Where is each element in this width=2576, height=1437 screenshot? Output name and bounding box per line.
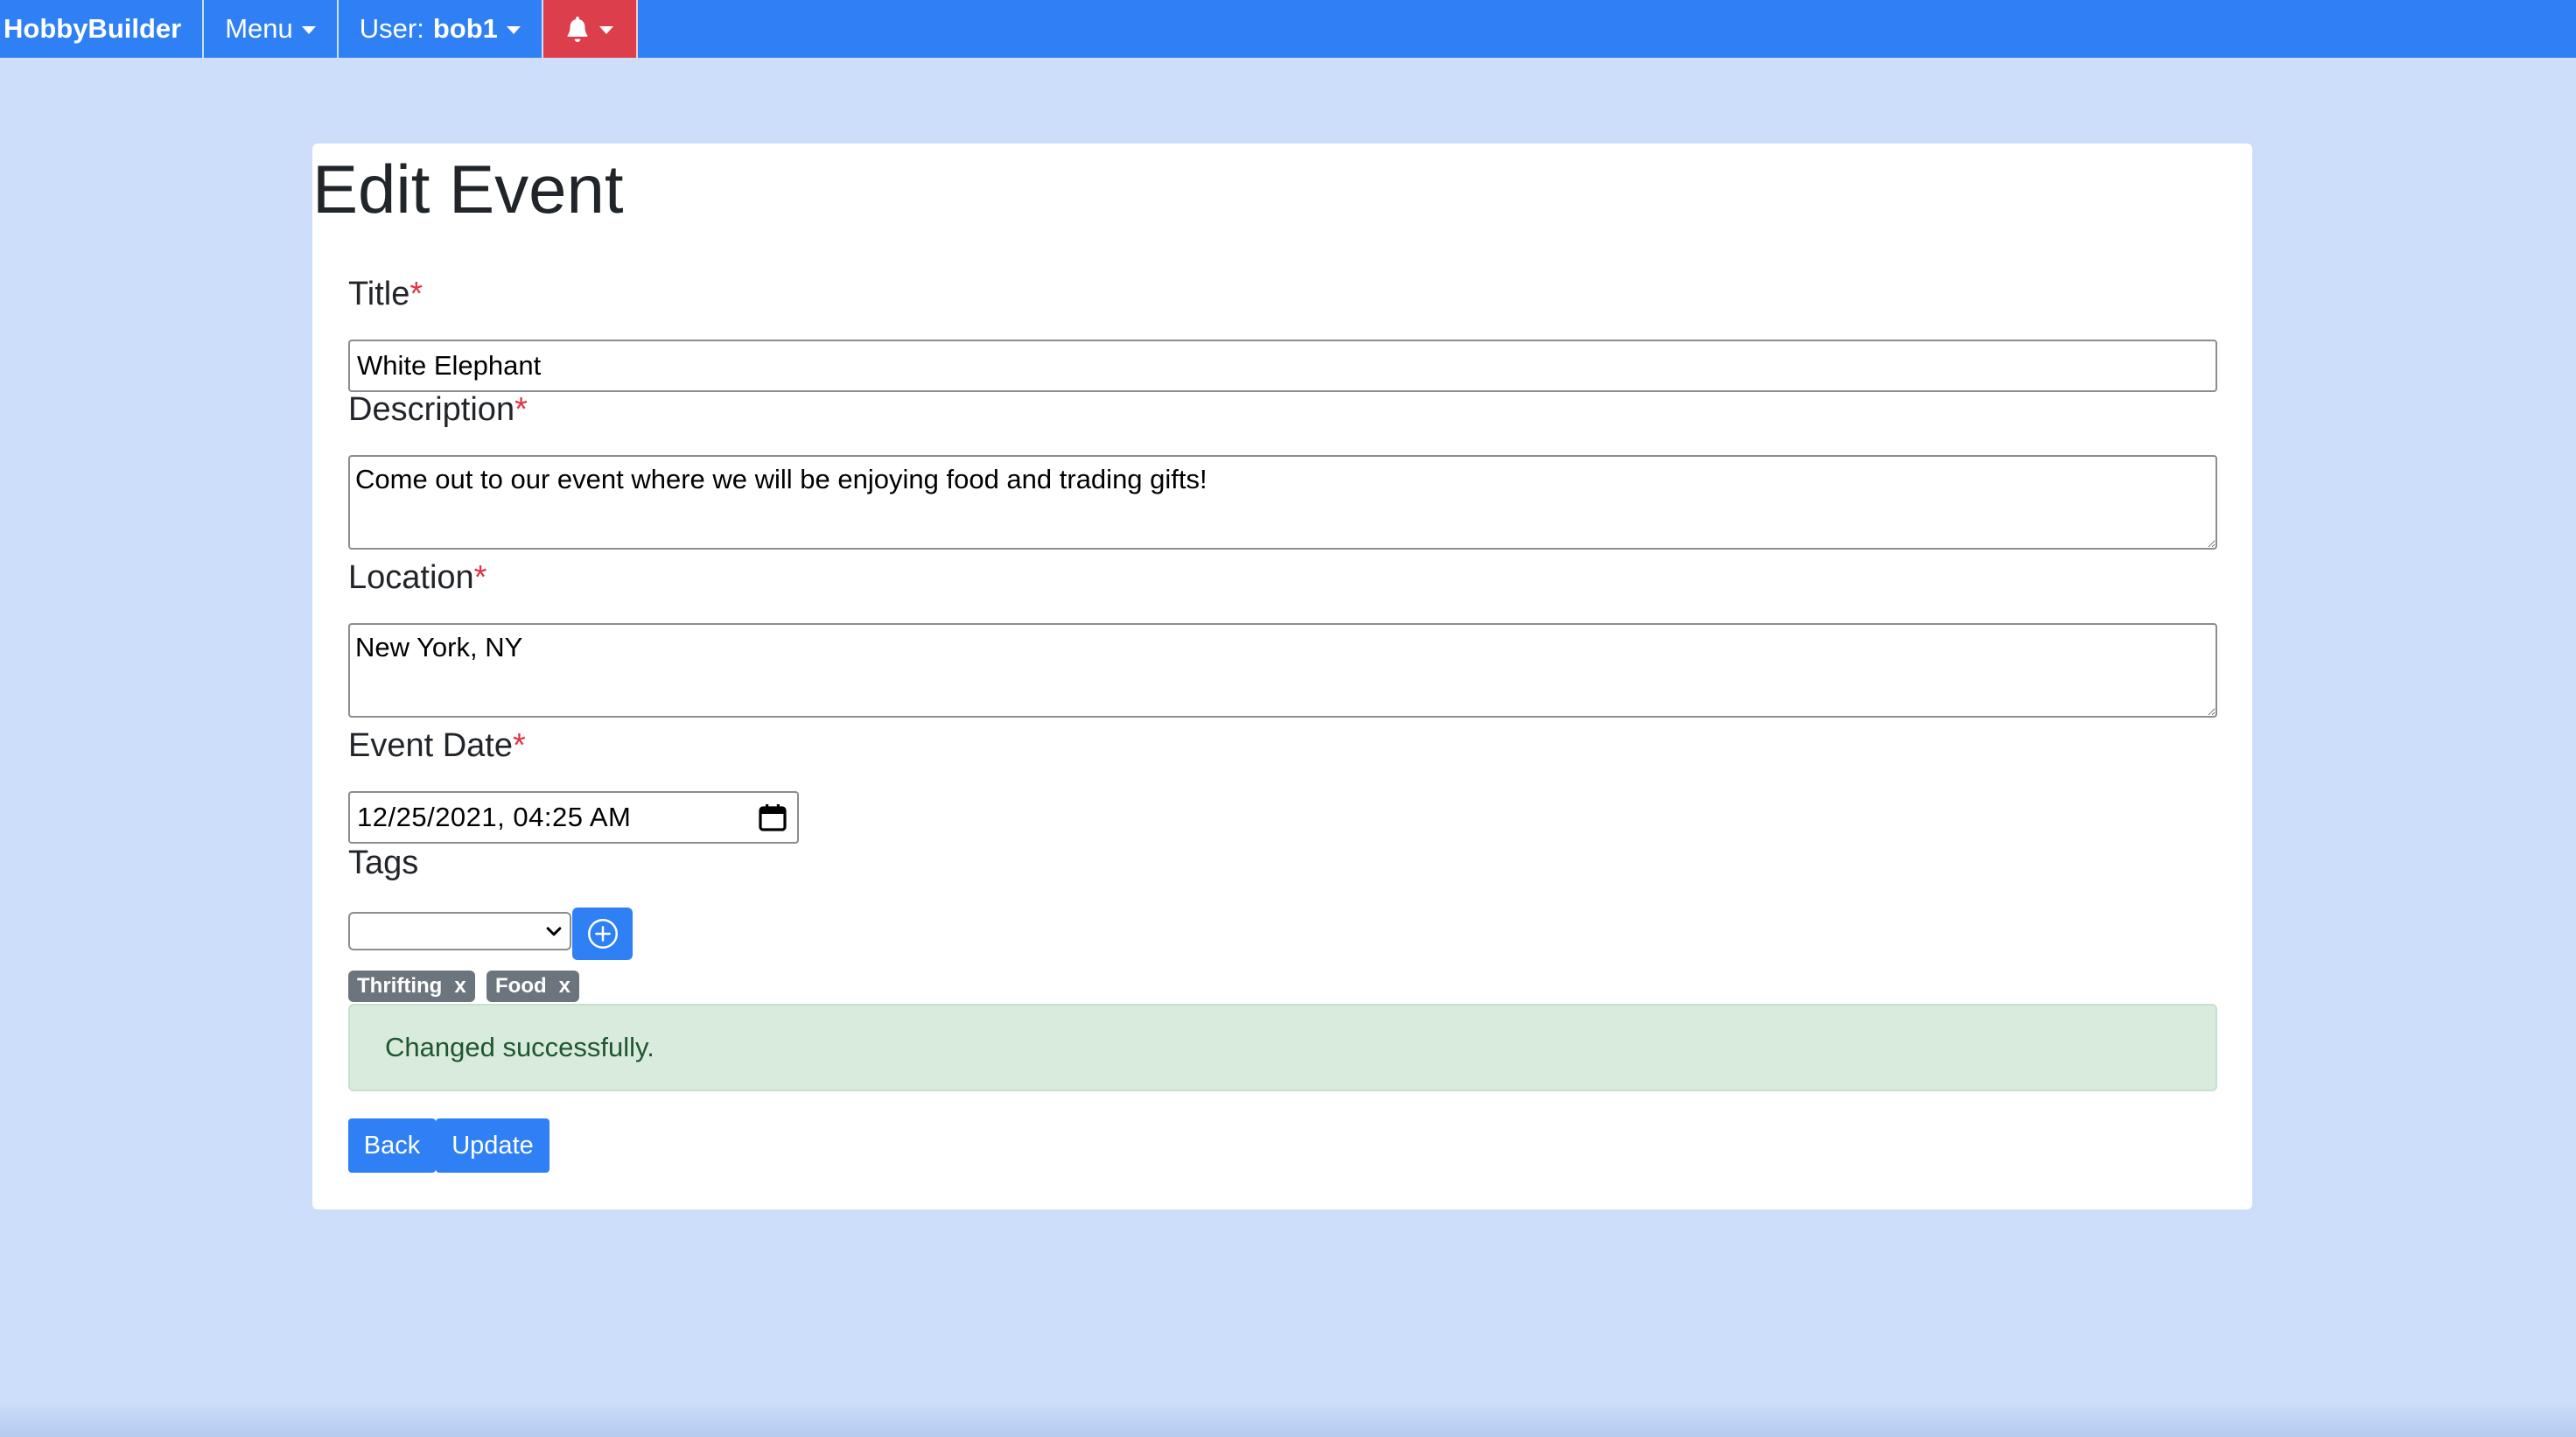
bell-icon <box>567 16 588 42</box>
description-label: Description* <box>348 390 528 431</box>
alert-message: Changed successfully. <box>385 1032 654 1062</box>
brand-text: HobbyBuilder <box>4 13 182 44</box>
location-textarea[interactable]: New York, NY <box>348 623 2217 718</box>
tag-chip: Food x <box>486 971 579 1002</box>
tags-label: Tags <box>348 844 418 884</box>
event-date-value: 12/25/2021, 04:25 AM <box>357 802 632 832</box>
brand-logo[interactable]: HobbyBuilder <box>0 0 205 58</box>
required-marker: * <box>410 276 424 312</box>
location-label-text: Location <box>348 559 474 596</box>
remove-tag-button[interactable]: x <box>454 974 466 999</box>
title-label: Title* <box>348 275 423 315</box>
required-marker: * <box>473 559 487 596</box>
user-dropdown[interactable]: User: bob1 <box>339 0 543 58</box>
caret-down-icon <box>506 25 521 34</box>
tag-label: Food <box>495 974 547 998</box>
menu-dropdown[interactable]: Menu <box>204 0 339 58</box>
plus-circle-icon <box>587 919 618 949</box>
event-date-label-text: Event Date <box>348 727 513 764</box>
required-marker: * <box>514 391 528 428</box>
remove-tag-button[interactable]: x <box>559 974 570 999</box>
window-bottom-shadow <box>0 1402 2576 1437</box>
location-label: Location* <box>348 558 486 599</box>
title-input[interactable] <box>348 340 2217 392</box>
update-button[interactable]: Update <box>436 1118 550 1173</box>
tag-select[interactable] <box>348 912 571 950</box>
success-alert: Changed successfully. <box>348 1004 2217 1091</box>
menu-label: Menu <box>225 13 293 44</box>
update-button-label: Update <box>452 1131 534 1160</box>
tag-label: Thrifting <box>357 974 443 998</box>
tags-label-text: Tags <box>348 845 419 881</box>
page-title: Edit Event <box>312 151 624 228</box>
add-tag-button[interactable] <box>572 908 633 960</box>
navbar: HobbyBuilder Menu User: bob1 <box>0 0 2576 58</box>
event-date-input[interactable]: 12/25/2021, 04:25 AM <box>348 791 799 844</box>
event-date-label: Event Date* <box>348 726 526 767</box>
title-label-text: Title <box>348 276 410 312</box>
required-marker: * <box>513 727 526 764</box>
caret-down-icon <box>301 25 316 34</box>
description-label-text: Description <box>348 391 515 428</box>
tag-chip: Thrifting x <box>348 971 475 1002</box>
calendar-icon[interactable] <box>759 803 787 831</box>
caret-down-icon <box>598 25 613 34</box>
user-prefix: User: <box>359 13 424 44</box>
description-textarea[interactable]: Come out to our event where we will be e… <box>348 455 2217 550</box>
back-button[interactable]: Back <box>348 1118 436 1173</box>
back-button-label: Back <box>363 1131 421 1160</box>
chevron-down-icon <box>546 927 562 936</box>
edit-event-card: Edit Event Title* Description* Come out … <box>312 144 2252 1209</box>
user-name: bob1 <box>432 13 498 44</box>
notifications-dropdown[interactable] <box>542 0 638 58</box>
